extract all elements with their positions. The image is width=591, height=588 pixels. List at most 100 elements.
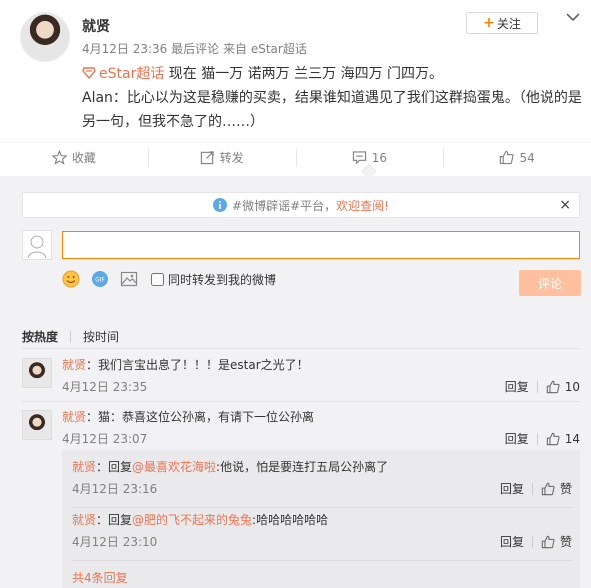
comment-icon (352, 151, 366, 165)
svg-text:GIF: GIF (95, 277, 105, 284)
comment-like-button[interactable]: 10 (546, 380, 580, 394)
action-divider (536, 380, 538, 393)
comment-item: 就贤：我们言宝出息了！！！是estar之光了！ 4月12日 23:35 回复 1… (22, 356, 580, 396)
replier-name[interactable]: 就贤 (72, 460, 96, 474)
reply-item: 就贤：回复@肥的飞不起来的兔兔:哈哈哈哈哈哈 4月12日 23:10 回复 赞 (72, 511, 572, 553)
thumbs-up-icon (500, 150, 514, 165)
plus-icon: + (483, 15, 495, 31)
post-content: eStar超话 现在 猫一万 诺两万 兰三万 海四万 门四万。 Alan：比心以… (82, 62, 582, 134)
repost-checkbox-label: 同时转发到我的微博 (168, 272, 277, 287)
repost-checkbox-input[interactable] (151, 272, 164, 286)
post-edited: 最后评论 (171, 42, 220, 56)
close-icon[interactable]: × (559, 197, 571, 213)
comment-text: 就贤：猫：恭喜这位公孙离，有请下一位公孙离 (62, 408, 314, 426)
reply-text: 就贤：回复@肥的飞不起来的兔兔:哈哈哈哈哈哈 (72, 511, 328, 529)
info-icon (213, 198, 228, 212)
like-count: 54 (519, 150, 535, 165)
post-text-1: 现在 猫一万 诺两万 兰三万 海四万 门四万。 (168, 66, 444, 82)
gif-icon[interactable]: GIF (91, 270, 109, 288)
reply-text: 就贤：回复@最喜欢花海啦:他说，怕是要连打五局公孙离了 (72, 458, 388, 476)
comment-like-count: 14 (564, 431, 580, 446)
reply-target[interactable]: @肥的飞不起来的兔兔 (132, 513, 252, 527)
weibo-post: 就贤 4月12日 23:36 最后评论 来自 eStar超话 + 关注 eSta… (0, 0, 591, 142)
post-time[interactable]: 4月12日 23:36 (82, 42, 167, 56)
follow-label: 关注 (496, 16, 521, 31)
reply-body: :他说，怕是要连打五局公孙离了 (216, 460, 389, 474)
chevron-down-icon[interactable] (566, 12, 580, 22)
comment-button[interactable]: 16 (295, 143, 444, 172)
notice-link[interactable]: 欢迎查阅! (336, 197, 389, 214)
reply-target[interactable]: @最喜欢花海啦 (132, 460, 216, 474)
sort-hot-tab[interactable]: 按热度 (22, 328, 58, 345)
comment-time: 4月12日 23:07 (62, 432, 148, 446)
comment-input[interactable] (62, 231, 580, 259)
divider (22, 348, 580, 349)
reply-like-label: 赞 (559, 535, 572, 549)
reply-prefix: ：回复 (96, 513, 133, 527)
reply-actions: 回复 赞 (500, 533, 572, 550)
sketch-avatar-icon (27, 235, 47, 259)
comment-body: ：猫：恭喜这位公孙离，有请下一位公孙离 (86, 410, 315, 424)
author-name[interactable]: 就贤 (82, 16, 110, 36)
comment-like-count: 10 (564, 379, 580, 394)
comment-item: 就贤：猫：恭喜这位公孙离，有请下一位公孙离 4月12日 23:07 回复 14 (22, 408, 580, 448)
submit-comment-button[interactable]: 评论 (519, 270, 581, 296)
like-button[interactable]: 54 (443, 143, 591, 172)
commenter-avatar[interactable] (22, 358, 52, 388)
divider (72, 507, 572, 508)
comment-like-button[interactable]: 14 (546, 432, 580, 446)
notice-text: #微博辟谣#平台， (232, 198, 337, 213)
repost-button[interactable]: 转发 (147, 143, 296, 172)
repost-checkbox[interactable]: 同时转发到我的微博 (151, 271, 276, 288)
reply-button[interactable]: 回复 (500, 533, 524, 550)
commenter-avatar[interactable] (22, 410, 52, 440)
comment-time: 4月12日 23:35 (62, 380, 148, 394)
action-divider (531, 535, 533, 548)
emoji-icon[interactable] (62, 270, 80, 288)
author-avatar[interactable] (20, 12, 70, 62)
compose-tools: GIF 同时转发到我的微博 (62, 268, 276, 290)
post-meta: 4月12日 23:36 最后评论 来自 eStar超话 (82, 40, 307, 57)
reply-item: 就贤：回复@最喜欢花海啦:他说，怕是要连打五局公孙离了 4月12日 23:16 … (72, 458, 572, 500)
thumbs-up-icon (546, 432, 560, 445)
follow-button[interactable]: + 关注 (466, 12, 538, 34)
reply-button[interactable]: 回复 (505, 430, 529, 447)
divider (72, 560, 572, 561)
post-source[interactable]: eStar超话 (251, 42, 307, 56)
action-bar: 收藏 转发 16 54 (0, 142, 591, 172)
more-replies-link[interactable]: 共4条回复 (72, 569, 128, 586)
reply-button[interactable]: 回复 (505, 378, 529, 395)
commenter-name[interactable]: 就贤 (62, 410, 86, 424)
favorite-label: 收藏 (71, 151, 96, 165)
thumbs-up-icon (546, 380, 560, 393)
topic-label: eStar超话 (99, 66, 165, 82)
reply-time: 4月12日 23:16 (72, 482, 158, 496)
topic-link[interactable]: eStar超话 (82, 66, 164, 82)
reply-button[interactable]: 回复 (500, 480, 524, 497)
replier-name[interactable]: 就贤 (72, 513, 96, 527)
post-text-2: Alan：比心以为这是稳赚的买卖，结果谁知道遇见了我们这群捣蛋鬼。（他说的是另一… (82, 90, 582, 130)
sort-time-tab[interactable]: 按时间 (83, 328, 119, 345)
comment-actions: 回复 14 (505, 430, 580, 447)
thumbs-up-icon (541, 535, 555, 548)
image-icon[interactable] (120, 270, 138, 288)
divider (22, 401, 580, 402)
sort-tabs: 按热度 按时间 (22, 328, 119, 345)
reply-like-button[interactable]: 赞 (541, 533, 572, 550)
comment-text: 就贤：我们言宝出息了！！！是estar之光了！ (62, 356, 309, 374)
reply-like-button[interactable]: 赞 (541, 480, 572, 497)
favorite-button[interactable]: 收藏 (0, 143, 148, 172)
super-topic-icon (82, 67, 96, 79)
comment-count: 16 (371, 150, 388, 165)
comment-actions: 回复 10 (505, 378, 580, 395)
repost-icon (200, 151, 214, 165)
my-avatar[interactable] (22, 230, 52, 260)
star-icon (51, 150, 67, 165)
reply-thread: 就贤：回复@最喜欢花海啦:他说，怕是要连打五局公孙离了 4月12日 23:16 … (62, 450, 580, 588)
post-source-prefix: 来自 (222, 42, 247, 56)
reply-prefix: ：回复 (96, 460, 133, 474)
commenter-name[interactable]: 就贤 (62, 358, 86, 372)
reply-body: :哈哈哈哈哈哈 (252, 513, 329, 527)
action-divider (536, 432, 538, 445)
rumor-notice: #微博辟谣#平台， 欢迎查阅! × (22, 192, 580, 218)
